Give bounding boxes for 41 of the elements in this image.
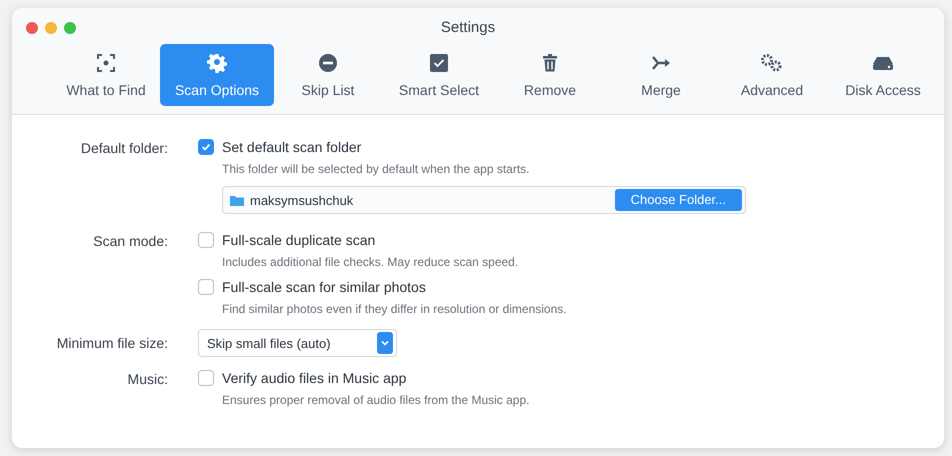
option-description: Find similar photos even if they differ in resolution or dimensions. [221, 302, 567, 316]
window-title: Settings [440, 19, 496, 36]
tab[interactable]: Remove [493, 44, 607, 106]
option-description: Includes additional file checks. May reduce scan speed. [221, 255, 518, 269]
option-description: This folder will be selected by default when the app starts. [221, 162, 530, 176]
tab[interactable]: Disk Access [826, 44, 940, 106]
checkbox[interactable] [198, 370, 214, 386]
folder-icon [230, 194, 244, 206]
folder-name: maksymsushchuk [250, 192, 354, 208]
checkbox-label[interactable]: Full-scale duplicate scan [222, 232, 376, 248]
checkbox-label[interactable]: Verify audio files in Music app [222, 370, 406, 386]
zoom-button[interactable] [64, 22, 76, 34]
field-label: Music: [128, 370, 168, 388]
checkmark-icon [201, 142, 211, 152]
gears-icon [760, 53, 784, 73]
tab[interactable]: Skip List [271, 44, 385, 106]
close-button[interactable] [26, 22, 38, 34]
folder-path-field[interactable]: maksymsushchuk Choose Folder... [222, 186, 746, 214]
chevron-down-icon [377, 332, 393, 354]
selected-tab[interactable]: Scan Options [160, 44, 274, 106]
trash-icon [540, 53, 560, 73]
focus-frame-icon [96, 53, 116, 73]
option-description: Ensures proper removal of audio files from the Music app. [221, 393, 530, 407]
checkbox-label[interactable]: Set default scan folder [222, 139, 362, 155]
field-label: Minimum file size: [56, 334, 168, 352]
settings-icon [207, 53, 227, 73]
minimize-button[interactable] [45, 22, 57, 34]
tab[interactable]: Merge [604, 44, 718, 106]
choose-folder-button[interactable]: Choose Folder... [614, 189, 742, 211]
checkbox[interactable] [198, 279, 214, 295]
field-label: Default folder: [80, 139, 168, 157]
checkbox-icon [429, 53, 449, 73]
tab[interactable]: What to Find [49, 44, 163, 106]
minus-circle-icon [318, 53, 338, 73]
dropdown[interactable]: Skip small files (auto) [198, 329, 397, 357]
tab[interactable]: Smart Select [382, 44, 496, 106]
checkbox-label[interactable]: Full-scale scan for similar photos [222, 279, 426, 295]
checked-checkbox[interactable] [198, 139, 214, 155]
tab[interactable]: Advanced [715, 44, 829, 106]
field-label: Scan mode: [93, 232, 168, 250]
checkbox[interactable] [198, 232, 214, 248]
